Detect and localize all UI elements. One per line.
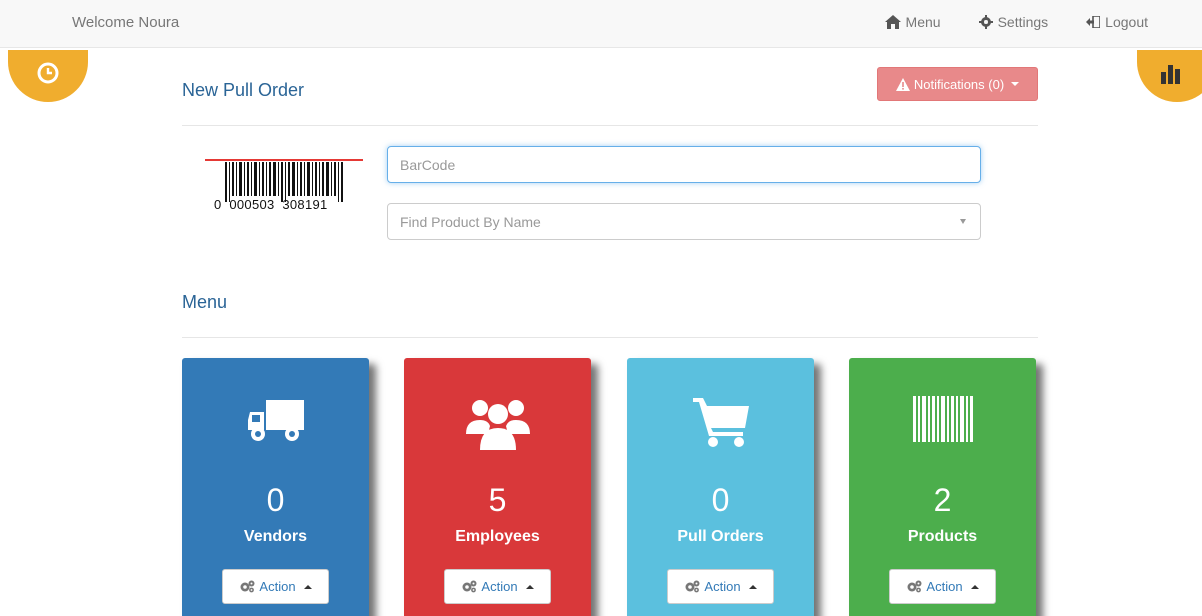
gear-icon xyxy=(978,15,993,29)
cogs-icon xyxy=(240,580,255,593)
cart-icon xyxy=(692,398,749,447)
menu-title: Menu xyxy=(182,292,228,312)
nav-links: Menu Settings Logout xyxy=(884,14,1148,30)
cogs-icon xyxy=(907,580,922,593)
nav-logout-label: Logout xyxy=(1105,14,1148,30)
top-navbar: Welcome Noura Menu Settings Logout xyxy=(0,0,1202,48)
find-product-placeholder: Find Product By Name xyxy=(400,213,541,230)
clock-icon xyxy=(37,62,59,84)
caret-up-icon xyxy=(970,584,979,589)
warning-icon xyxy=(895,77,910,91)
caret-up-icon xyxy=(748,584,757,589)
tile-employees[interactable]: 5 Employees Action xyxy=(404,358,591,616)
products-action-label: Action xyxy=(926,579,963,594)
caret-down-icon xyxy=(1011,82,1020,86)
find-product-select[interactable]: Find Product By Name xyxy=(387,203,981,240)
menu-divider xyxy=(182,337,1038,338)
cogs-icon xyxy=(685,580,700,593)
employees-action-button[interactable]: Action xyxy=(444,569,551,604)
notifications-label: Notifications (0) xyxy=(913,76,1005,92)
nav-settings-label: Settings xyxy=(997,14,1049,30)
caret-up-icon xyxy=(525,584,534,589)
employees-label: Employees xyxy=(455,528,540,545)
bar-chart-icon xyxy=(1161,65,1180,84)
vendors-action-label: Action xyxy=(259,579,296,594)
logout-icon xyxy=(1086,16,1101,28)
employees-count: 5 xyxy=(488,482,507,518)
vendors-label: Vendors xyxy=(243,528,308,545)
cogs-icon xyxy=(462,580,477,593)
nav-settings-link[interactable]: Settings xyxy=(978,14,1049,30)
tile-vendors[interactable]: 0 Vendors Action xyxy=(182,358,369,616)
vendors-action-button[interactable]: Action xyxy=(222,569,329,604)
pull-orders-action-button[interactable]: Action xyxy=(667,569,774,604)
pull-orders-action-label: Action xyxy=(704,579,741,594)
truck-icon xyxy=(247,400,304,441)
pull-order-title: New Pull Order xyxy=(182,80,305,100)
barcode-input[interactable] xyxy=(387,146,981,183)
select-arrow-icon xyxy=(960,219,966,224)
notifications-button[interactable]: Notifications (0) xyxy=(877,67,1038,101)
tile-products[interactable]: 2 Products Action xyxy=(849,358,1036,616)
employees-action-label: Action xyxy=(481,579,518,594)
section-divider xyxy=(182,125,1038,126)
users-icon xyxy=(465,400,530,450)
reports-button[interactable] xyxy=(1137,50,1202,102)
products-label: Products xyxy=(907,528,978,545)
barcode-icon xyxy=(912,396,973,442)
pull-orders-count: 0 xyxy=(711,482,730,518)
barcode-number: 0 000503 308191 xyxy=(214,197,328,212)
pull-orders-label: Pull Orders xyxy=(677,528,764,545)
nav-logout-link[interactable]: Logout xyxy=(1086,14,1148,30)
vendors-count: 0 xyxy=(266,482,285,518)
tile-pull-orders[interactable]: 0 Pull Orders Action xyxy=(627,358,814,616)
welcome-text: Welcome Noura xyxy=(72,14,180,31)
products-count: 2 xyxy=(933,482,952,518)
recent-activity-button[interactable] xyxy=(8,50,88,102)
home-icon xyxy=(884,15,901,29)
nav-menu-link[interactable]: Menu xyxy=(884,14,941,30)
products-action-button[interactable]: Action xyxy=(889,569,996,604)
caret-up-icon xyxy=(303,584,312,589)
nav-menu-label: Menu xyxy=(905,14,941,30)
